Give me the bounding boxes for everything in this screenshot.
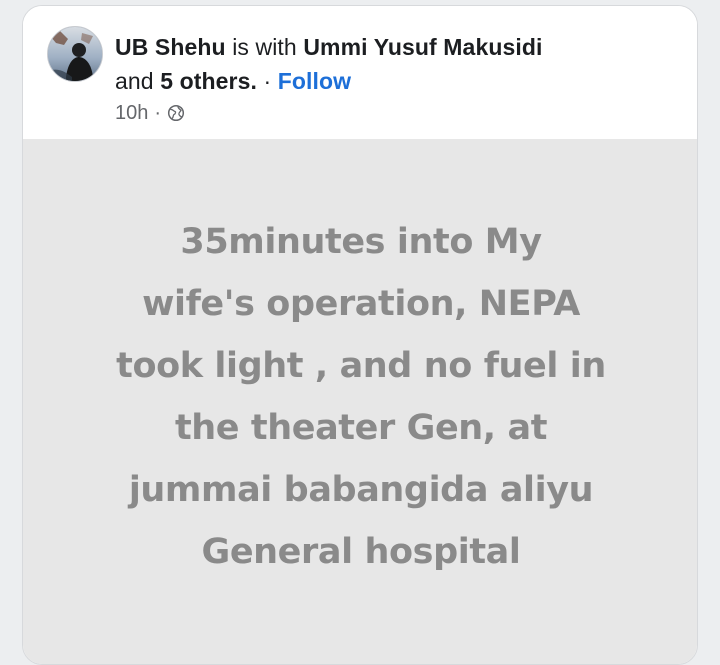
follow-button[interactable]: Follow <box>278 68 351 94</box>
others-link[interactable]: 5 others. <box>160 68 257 94</box>
globe-icon[interactable] <box>167 104 185 122</box>
author-name[interactable]: UB Shehu <box>115 34 226 60</box>
post-header: UB Shehu is with Ummi Yusuf Makusidi and… <box>23 6 697 139</box>
separator-dot: · <box>263 68 272 94</box>
time-separator: · <box>154 101 162 124</box>
avatar[interactable] <box>47 26 103 82</box>
timestamp[interactable]: 10h <box>115 102 148 125</box>
post-text: 35minutes into My wife's operation, NEPA… <box>116 222 606 572</box>
tagged-person[interactable]: Ummi Yusuf Makusidi <box>303 34 542 60</box>
post-body[interactable]: 35minutes into My wife's operation, NEPA… <box>23 139 697 664</box>
post-author-line: UB Shehu is with Ummi Yusuf Makusidi and… <box>115 30 675 98</box>
post-card: UB Shehu is with Ummi Yusuf Makusidi and… <box>22 5 698 665</box>
avatar-photo <box>48 27 102 81</box>
and-text: and <box>115 68 154 94</box>
post-meta: 10h · <box>115 100 185 126</box>
with-text: is with <box>232 34 297 60</box>
